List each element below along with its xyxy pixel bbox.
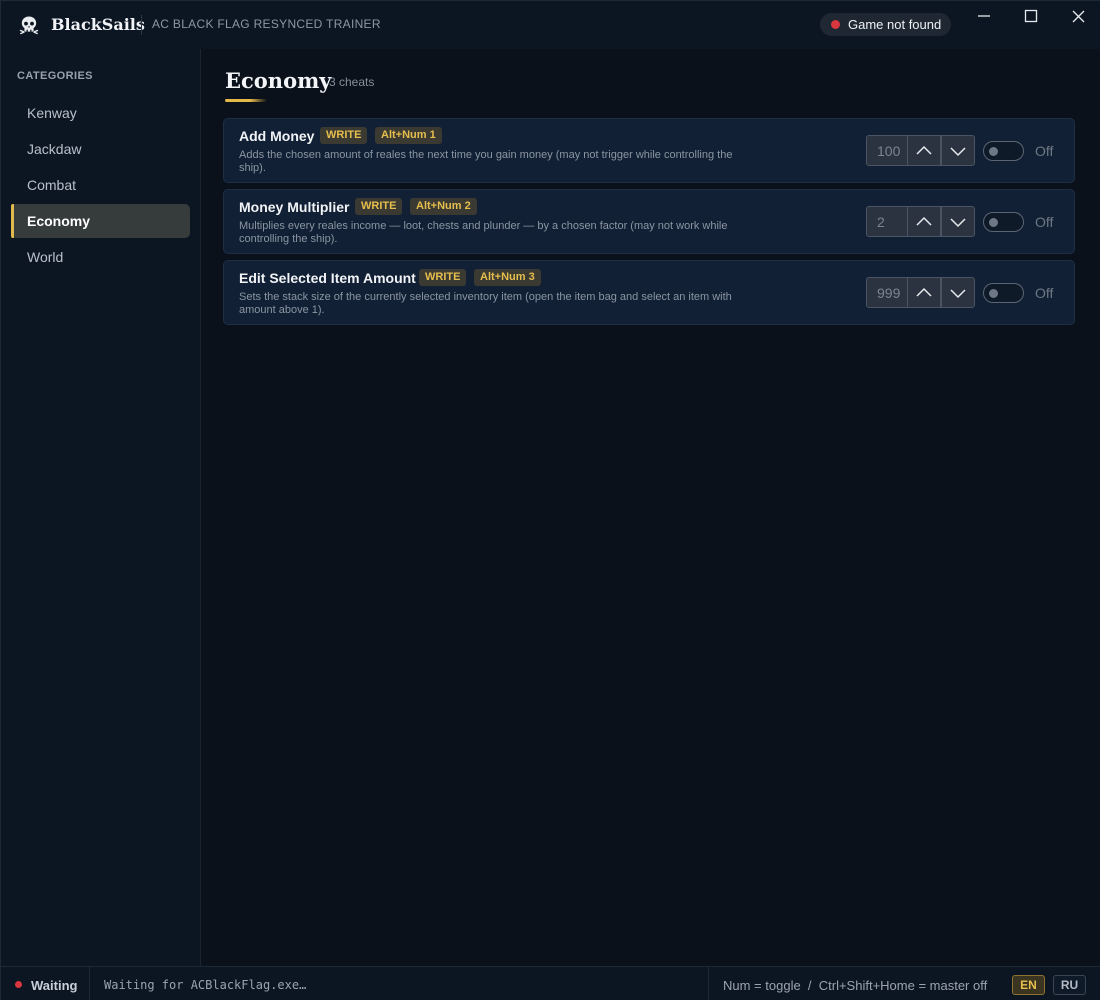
sidebar-item-label: Kenway bbox=[27, 105, 77, 121]
game-status-badge: Game not found bbox=[820, 13, 951, 36]
minimize-icon bbox=[978, 15, 990, 17]
sidebar-item-label: Combat bbox=[27, 177, 77, 193]
page-title: Economy bbox=[225, 68, 332, 93]
cheat-card-money-multiplier: Money Multiplier WRITE Alt+Num 2 Multipl… bbox=[223, 189, 1075, 254]
status-divider bbox=[89, 967, 90, 1000]
close-button[interactable] bbox=[1063, 5, 1093, 29]
mode-badge: WRITE bbox=[320, 127, 368, 144]
sidebar-item-world[interactable]: World bbox=[11, 240, 190, 274]
hotkey-badge: Alt+Num 3 bbox=[474, 269, 541, 286]
hotkey-badge: Alt+Num 2 bbox=[410, 198, 477, 215]
close-icon bbox=[1072, 10, 1085, 23]
toggle-knob bbox=[989, 218, 998, 227]
chevron-down-icon bbox=[950, 147, 966, 157]
title-underline bbox=[225, 99, 267, 102]
toggle-state-label: Off bbox=[1035, 143, 1054, 159]
cheat-description: Multiplies every reales income — loot, c… bbox=[239, 220, 728, 245]
amount-input[interactable] bbox=[866, 135, 908, 166]
sidebar-item-jackdaw[interactable]: Jackdaw bbox=[11, 132, 190, 166]
app-window: BlackSails AC BLACK FLAG RESYNCED TRAINE… bbox=[0, 0, 1100, 1000]
game-status-text: Game not found bbox=[848, 17, 942, 32]
hotkey-hint: Num = toggle / Ctrl+Shift+Home = master … bbox=[723, 978, 988, 993]
categories-heading: CATEGORIES bbox=[17, 70, 93, 82]
main-content: Economy 3 cheats Add Money WRITE Alt+Num… bbox=[202, 49, 1100, 966]
chevron-down-icon bbox=[950, 218, 966, 228]
increment-button[interactable] bbox=[907, 277, 941, 308]
toggle-knob bbox=[989, 147, 998, 156]
chevron-up-icon bbox=[916, 287, 932, 297]
language-en-button[interactable]: EN bbox=[1012, 975, 1045, 995]
increment-button[interactable] bbox=[907, 206, 941, 237]
cheat-name: Edit Selected Item Amount bbox=[239, 270, 416, 286]
item-amount-input[interactable] bbox=[866, 277, 908, 308]
chevron-up-icon bbox=[916, 216, 932, 226]
cheat-description: Sets the stack size of the currently sel… bbox=[239, 291, 732, 316]
cheat-toggle[interactable] bbox=[983, 283, 1024, 303]
brand-name: BlackSails bbox=[51, 15, 145, 34]
sidebar-item-combat[interactable]: Combat bbox=[11, 168, 190, 202]
maximize-button[interactable] bbox=[1016, 5, 1046, 29]
status-bar: Waiting Waiting for ACBlackFlag.exe… Num… bbox=[1, 966, 1100, 1000]
cheat-name: Money Multiplier bbox=[239, 199, 350, 215]
cheat-count: 3 cheats bbox=[329, 75, 375, 89]
decrement-button[interactable] bbox=[941, 206, 975, 237]
app-subtitle: AC BLACK FLAG RESYNCED TRAINER bbox=[152, 17, 381, 31]
toggle-knob bbox=[989, 289, 998, 298]
title-bar: BlackSails AC BLACK FLAG RESYNCED TRAINE… bbox=[1, 1, 1100, 49]
multiplier-input[interactable] bbox=[866, 206, 908, 237]
sidebar-item-kenway[interactable]: Kenway bbox=[11, 96, 190, 130]
cheat-card-edit-item-amount: Edit Selected Item Amount WRITE Alt+Num … bbox=[223, 260, 1075, 325]
skull-icon bbox=[19, 16, 39, 35]
cheat-description: Adds the chosen amount of reales the nex… bbox=[239, 149, 733, 174]
toggle-state-label: Off bbox=[1035, 214, 1054, 230]
decrement-button[interactable] bbox=[941, 135, 975, 166]
decrement-button[interactable] bbox=[941, 277, 975, 308]
mode-badge: WRITE bbox=[419, 269, 467, 286]
title-divider bbox=[141, 15, 142, 35]
cheat-toggle[interactable] bbox=[983, 212, 1024, 232]
mode-badge: WRITE bbox=[355, 198, 403, 215]
cheat-toggle[interactable] bbox=[983, 141, 1024, 161]
toggle-state-label: Off bbox=[1035, 285, 1054, 301]
increment-button[interactable] bbox=[907, 135, 941, 166]
minimize-button[interactable] bbox=[969, 5, 999, 29]
status-divider bbox=[708, 967, 709, 1000]
sidebar-item-label: Economy bbox=[27, 213, 91, 229]
status-dot-icon bbox=[15, 981, 22, 988]
language-ru-button[interactable]: RU bbox=[1053, 975, 1086, 995]
status-message: Waiting for ACBlackFlag.exe… bbox=[104, 978, 307, 992]
status-dot-icon bbox=[831, 20, 840, 29]
sidebar-item-label: Jackdaw bbox=[27, 141, 82, 157]
cheat-name: Add Money bbox=[239, 128, 315, 144]
sidebar-item-label: World bbox=[27, 249, 64, 265]
hotkey-badge: Alt+Num 1 bbox=[375, 127, 442, 144]
sidebar: CATEGORIES Kenway Jackdaw Combat Economy… bbox=[1, 49, 201, 966]
chevron-up-icon bbox=[916, 145, 932, 155]
sidebar-item-economy[interactable]: Economy bbox=[11, 204, 190, 238]
maximize-icon bbox=[1024, 9, 1038, 23]
connection-state: Waiting bbox=[31, 978, 78, 993]
cheat-card-add-money: Add Money WRITE Alt+Num 1 Adds the chose… bbox=[223, 118, 1075, 183]
chevron-down-icon bbox=[950, 289, 966, 299]
